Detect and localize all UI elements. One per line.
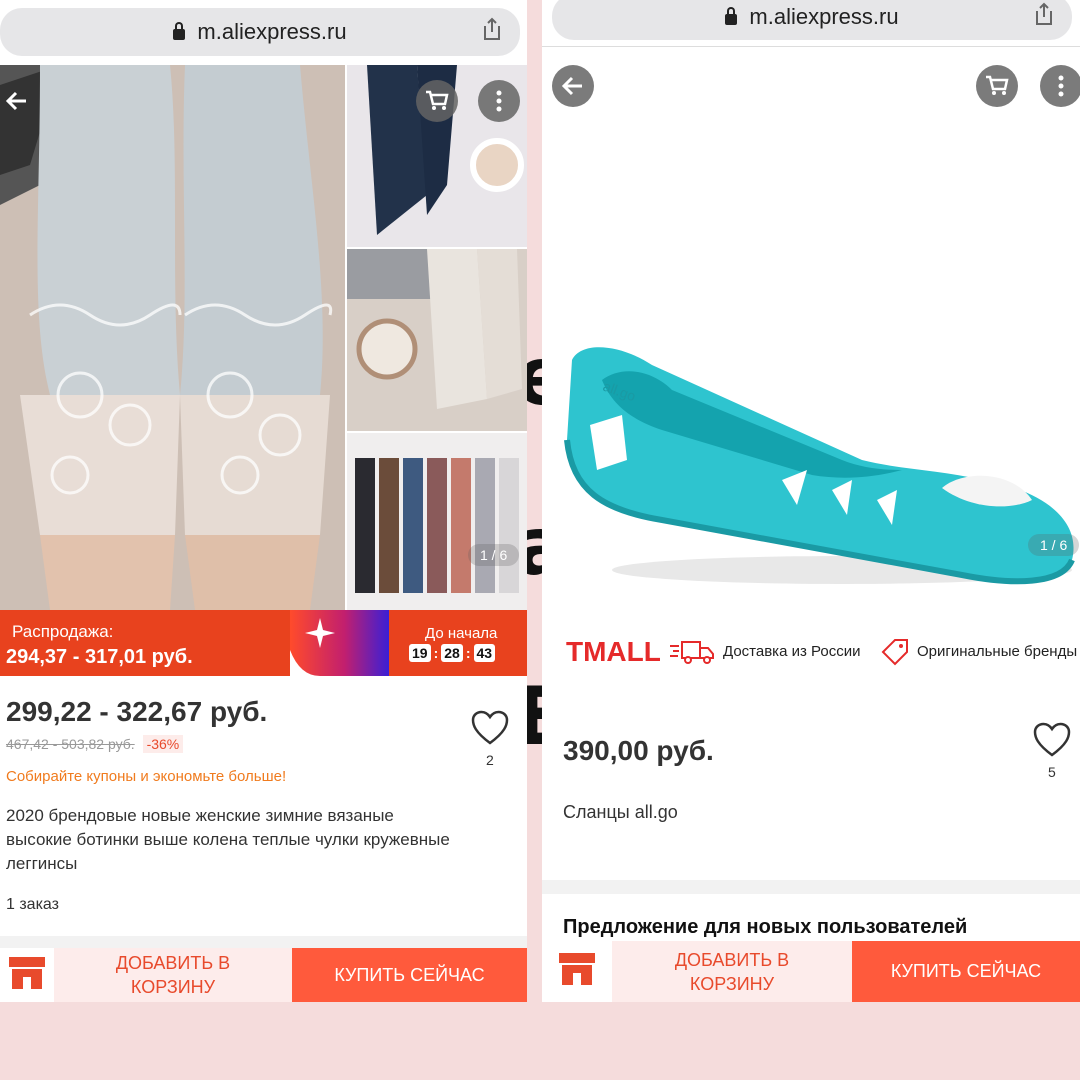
- countdown-panel: До начала 19 : 28 : 43: [389, 610, 527, 676]
- wishlist-count: 2: [486, 752, 494, 768]
- new-user-heading: Предложение для новых пользователей: [563, 916, 968, 938]
- badge-brands: Оригинальные бренды: [917, 643, 1078, 660]
- title-line-2: высокие ботинки выше колена теплые чулки…: [6, 830, 450, 849]
- product-price: 390,00 руб.: [563, 735, 714, 766]
- sale-banner: Распродажа: 294,37 - 317,01 руб. До нача…: [0, 610, 527, 676]
- title-line-3: леггинсы: [6, 854, 78, 873]
- back-arrow-icon[interactable]: [552, 65, 594, 107]
- product-thumb-2[interactable]: [347, 249, 527, 431]
- add-to-cart-button[interactable]: ДОБАВИТЬ В КОРЗИНУ: [54, 948, 292, 1002]
- url-bar[interactable]: m.aliexpress.ru: [552, 0, 1072, 40]
- old-price-value: 467,42 - 503,82 руб.: [6, 736, 135, 752]
- url-text: m.aliexpress.ru: [749, 4, 899, 29]
- cart-icon[interactable]: [976, 65, 1018, 107]
- url-divider: [542, 46, 1080, 47]
- url-bar[interactable]: m.aliexpress.ru: [0, 8, 520, 56]
- old-price: 467,42 - 503,82 руб. -36%: [6, 735, 184, 753]
- brand-tag-icon: [880, 638, 910, 671]
- countdown-timer: 19 : 28 : 43: [409, 644, 496, 662]
- countdown-label: До начала: [425, 625, 498, 642]
- timer-seconds: 43: [473, 644, 496, 662]
- product-main-image[interactable]: [0, 65, 345, 610]
- add-to-cart-line-2: КОРЗИНУ: [130, 977, 216, 997]
- sale-label: Распродажа:: [12, 622, 114, 641]
- orders-count: 1 заказ: [6, 896, 59, 913]
- wishlist-count: 5: [1048, 764, 1056, 780]
- tmall-logo: TMALL: [566, 636, 661, 667]
- url-text: m.aliexpress.ru: [197, 19, 347, 44]
- sparkle-icon: [305, 618, 335, 648]
- divider: [0, 936, 527, 948]
- timer-minutes: 28: [441, 644, 463, 662]
- image-pager: 1 / 6: [468, 544, 520, 566]
- title-line-1: 2020 брендовые новые женские зимние вяза…: [6, 806, 394, 825]
- divider: [542, 880, 1080, 894]
- product-title: 2020 брендовые новые женские зимние вяза…: [6, 804, 521, 876]
- sale-price-range: 294,37 - 317,01 руб.: [6, 646, 193, 668]
- share-icon[interactable]: [482, 17, 502, 47]
- add-to-cart-line-1: ДОБАВИТЬ В: [115, 953, 231, 973]
- store-icon: [7, 955, 47, 996]
- store-button[interactable]: [542, 941, 612, 1002]
- product-price: 299,22 - 322,67 руб.: [6, 696, 268, 727]
- delivery-truck-icon: [668, 638, 716, 671]
- discount-badge: -36%: [142, 735, 184, 753]
- buy-now-button[interactable]: КУПИТЬ СЕЙЧАС: [292, 948, 527, 1002]
- cart-icon[interactable]: [416, 80, 458, 122]
- product-thumb-3[interactable]: [347, 433, 527, 610]
- image-pager: 1 / 6: [1028, 534, 1080, 556]
- coupon-text[interactable]: Собирайте купоны и экономьте больше!: [6, 768, 286, 785]
- sale-decoration: [290, 610, 389, 676]
- store-button[interactable]: [0, 948, 54, 1002]
- bottom-action-bar: ДОБАВИТЬ В КОРЗИНУ КУПИТЬ СЕЙЧАС: [0, 948, 527, 1002]
- add-to-cart-line-2: КОРЗИНУ: [689, 973, 775, 994]
- bottom-action-bar: ДОБАВИТЬ В КОРЗИНУ КУПИТЬ СЕЙЧАС: [542, 941, 1080, 1002]
- badge-delivery: Доставка из России: [723, 643, 861, 660]
- heart-icon[interactable]: [1033, 722, 1071, 763]
- lock-icon: [725, 6, 738, 25]
- product-main-image[interactable]: all.go: [542, 320, 1080, 600]
- more-icon[interactable]: [478, 80, 520, 122]
- lock-icon: [173, 21, 186, 40]
- more-icon[interactable]: [1040, 65, 1080, 107]
- add-to-cart-line-1: ДОБАВИТЬ В: [674, 949, 790, 970]
- share-icon[interactable]: [1034, 2, 1054, 32]
- timer-hours: 19: [409, 644, 431, 662]
- store-icon: [557, 951, 597, 992]
- heart-icon[interactable]: [471, 710, 509, 751]
- right-screen: m.aliexpress.ru all.go 1 / 6 TMALL Доста…: [542, 0, 1080, 1002]
- add-to-cart-button[interactable]: ДОБАВИТЬ В КОРЗИНУ: [612, 941, 852, 1002]
- product-name: Сланцы all.go: [563, 802, 678, 822]
- left-screen: m.aliexpress.ru 1 / 6 Распродажа: 294,37…: [0, 0, 527, 1002]
- buy-now-button[interactable]: КУПИТЬ СЕЙЧАС: [852, 941, 1080, 1002]
